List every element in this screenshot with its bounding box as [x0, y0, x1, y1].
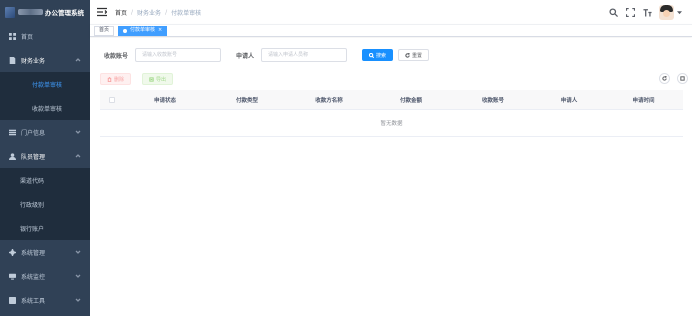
reset-button-label: 重置: [412, 52, 423, 59]
gear-icon: [8, 248, 16, 256]
search-form: 收款账号 请输入收款账号 申请人 请输入申请人员称 搜索 重置: [104, 48, 434, 62]
breadcrumb-separator: /: [165, 8, 168, 16]
chevron-up-icon: [75, 57, 81, 63]
search-button[interactable]: 搜索: [362, 49, 394, 61]
export-button[interactable]: 导出: [142, 73, 174, 85]
tag-payment-review[interactable]: 付款单审核 ×: [118, 25, 168, 36]
sidebar-item-label: 系统监控: [21, 273, 46, 281]
sidebar-item-label: 首页: [21, 33, 34, 41]
delete-button-label: 删除: [114, 76, 125, 83]
reset-button[interactable]: 重置: [398, 49, 430, 61]
chevron-down-icon: [75, 273, 81, 279]
font-size-icon[interactable]: [642, 7, 652, 17]
main-content: 收款账号 请输入收款账号 申请人 请输入申请人员称 搜索 重置 删除 导出 申请…: [90, 38, 692, 316]
finance-submenu: 付款单审核 收款单审核: [0, 72, 90, 120]
tag-label: 首页: [99, 27, 110, 33]
tool-icon: [8, 296, 16, 304]
sidebar-item-bank-account[interactable]: 银行账户: [0, 216, 90, 240]
breadcrumb-separator: /: [131, 8, 134, 16]
applicant-label: 申请人: [236, 52, 255, 60]
document-icon: [8, 56, 16, 64]
search-button-label: 搜索: [376, 52, 387, 59]
account-label: 收款账号: [104, 52, 129, 60]
close-icon[interactable]: ×: [158, 26, 162, 35]
breadcrumb: 首页 / 财务业务 / 付款单审核: [115, 8, 201, 17]
active-dot-icon: [123, 28, 128, 33]
logo-icon: [5, 6, 15, 18]
col-apply-time[interactable]: 申请时间: [604, 96, 683, 104]
table-header: 申请状态 付款类型 收款方名称 付款金额 收款账号 申请人 申请时间: [100, 90, 683, 110]
table-toolbar: [652, 73, 688, 84]
sidebar-item-label: 财务业务: [21, 57, 46, 65]
chevron-down-icon: [75, 249, 81, 255]
sidebar-item-label: 队员管理: [21, 153, 46, 161]
right-menu: [608, 0, 692, 24]
select-all-checkbox[interactable]: [109, 96, 115, 103]
brand-name-blurred: [18, 9, 43, 15]
select-all-cell: [100, 96, 124, 103]
refresh-icon: [662, 76, 667, 81]
data-table: 申请状态 付款类型 收款方名称 付款金额 收款账号 申请人 申请时间 暂无数据: [100, 90, 683, 137]
column-settings-button[interactable]: [677, 73, 688, 84]
grid-icon: [680, 76, 685, 81]
sidebar-item-finance[interactable]: 财务业务: [0, 48, 90, 72]
tags-view: 首页 付款单审核 ×: [90, 24, 692, 37]
sidebar-item-system[interactable]: 系统管理: [0, 240, 90, 264]
breadcrumb-home[interactable]: 首页: [115, 8, 127, 17]
export-button-label: 导出: [156, 76, 167, 83]
applicant-input[interactable]: 请输入申请人员称: [261, 48, 348, 62]
user-icon: [8, 152, 16, 160]
caret-down-icon[interactable]: [677, 10, 682, 15]
sidebar-item-members[interactable]: 队员管理: [0, 144, 90, 168]
search-icon: [369, 52, 375, 58]
sidebar-item-portal[interactable]: 门户信息: [0, 120, 90, 144]
empty-state: 暂无数据: [100, 110, 683, 137]
sidebar-item-label: 门户信息: [21, 129, 46, 137]
avatar-face: [663, 9, 670, 17]
refresh-button[interactable]: [659, 73, 670, 84]
sidebar-item-label: 系统管理: [21, 249, 46, 257]
account-input[interactable]: 请输入收款账号: [135, 48, 222, 62]
sidebar-item-receipt-review[interactable]: 收款单审核: [0, 96, 90, 120]
action-bar: 删除 导出: [100, 73, 178, 85]
brand[interactable]: 办公管理系统: [0, 0, 90, 24]
col-account[interactable]: 收款账号: [452, 96, 534, 104]
sidebar-item-payment-review[interactable]: 付款单审核: [0, 72, 90, 96]
members-submenu: 渠道代码 行政级别 银行账户: [0, 168, 90, 240]
app-root: 办公管理系统 首页 财务业务 付款单审核 收款单审核 门户信息 队员管理 渠道代…: [0, 0, 692, 316]
tag-home[interactable]: 首页: [94, 25, 115, 36]
chevron-down-icon: [75, 129, 81, 135]
list-icon: [8, 128, 16, 136]
brand-title: 办公管理系统: [45, 9, 84, 17]
sidebar-item-home[interactable]: 首页: [0, 24, 90, 48]
col-payee-name[interactable]: 收款方名称: [288, 96, 370, 104]
col-amount[interactable]: 付款金额: [370, 96, 452, 104]
fullscreen-icon[interactable]: [625, 7, 635, 17]
dashboard-icon: [8, 32, 16, 40]
avatar[interactable]: [659, 4, 674, 20]
monitor-icon: [8, 272, 16, 280]
col-applicant[interactable]: 申请人: [534, 96, 604, 104]
breadcrumb-current: 付款单审核: [171, 9, 202, 17]
sidebar-item-tools[interactable]: 系统工具: [0, 288, 90, 312]
col-pay-type[interactable]: 付款类型: [206, 96, 288, 104]
delete-icon: [107, 76, 112, 82]
breadcrumb-finance: 财务业务: [137, 9, 162, 17]
export-icon: [149, 76, 154, 82]
col-status[interactable]: 申请状态: [124, 96, 206, 104]
tag-label: 付款单审核: [130, 27, 156, 33]
navbar: 首页 / 财务业务 / 付款单审核: [90, 0, 692, 24]
sidebar: 办公管理系统 首页 财务业务 付款单审核 收款单审核 门户信息 队员管理 渠道代…: [0, 0, 90, 316]
sidebar-item-label: 系统工具: [21, 297, 46, 305]
refresh-icon: [405, 52, 410, 58]
delete-button[interactable]: 删除: [100, 73, 132, 85]
sidebar-item-admin-level[interactable]: 行政级别: [0, 192, 90, 216]
sidebar-item-channel-code[interactable]: 渠道代码: [0, 168, 90, 192]
search-icon[interactable]: [608, 7, 618, 17]
chevron-down-icon: [75, 297, 81, 303]
hamburger-icon[interactable]: [97, 7, 108, 17]
chevron-up-icon: [75, 153, 81, 159]
sidebar-item-monitor[interactable]: 系统监控: [0, 264, 90, 288]
